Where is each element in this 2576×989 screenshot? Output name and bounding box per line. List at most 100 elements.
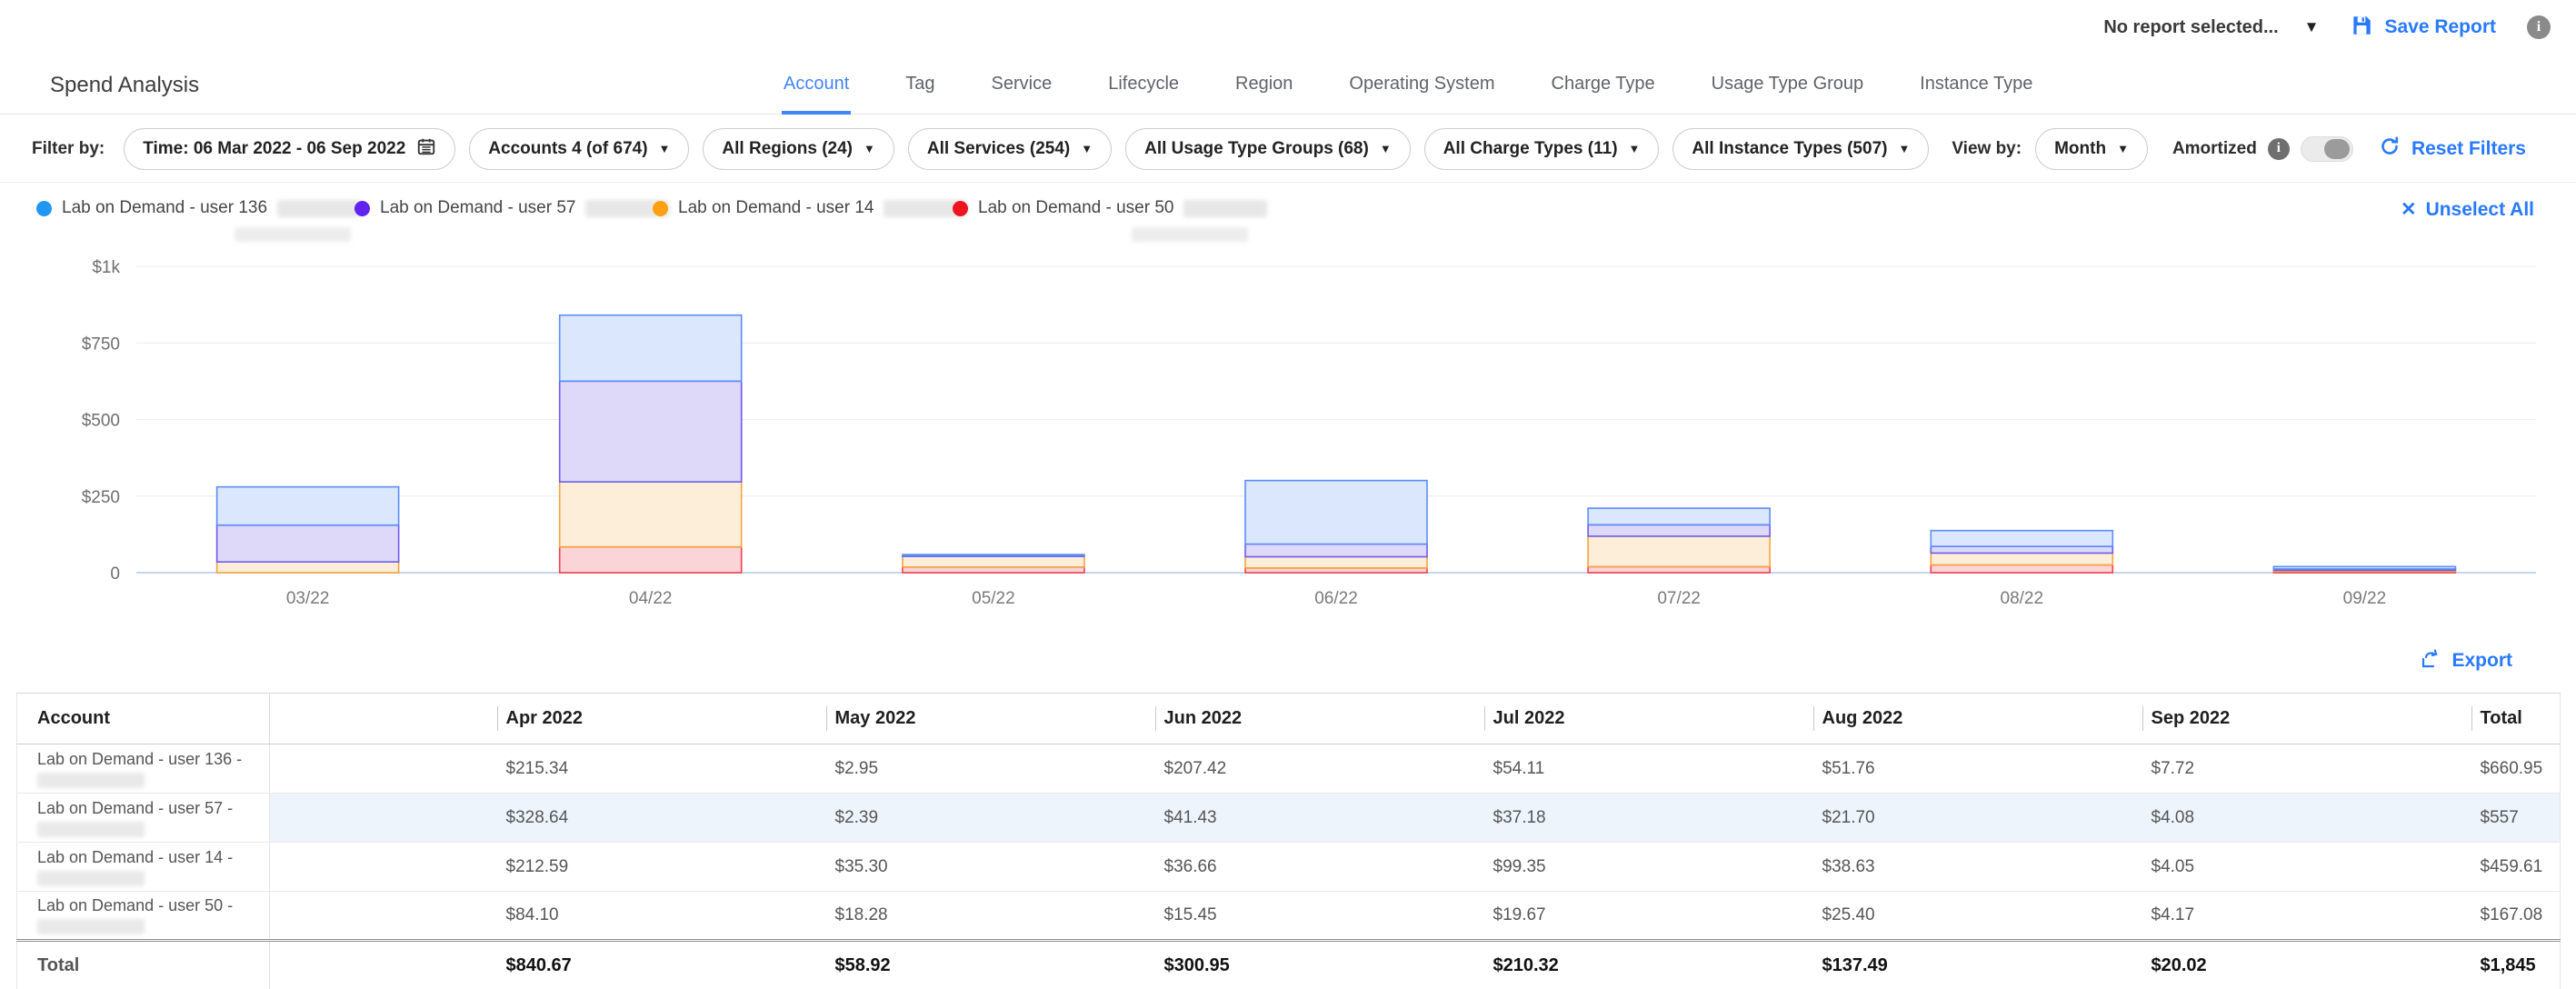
column-header-may[interactable]: May 2022 [826,694,1155,744]
value-cell: $54.11 [1484,744,1813,794]
instance-types-filter-pill[interactable]: All Instance Types (507) ▼ [1672,128,1929,170]
report-selector-dropdown[interactable]: No report selected... ▼ [2103,17,2319,38]
value-cell: $328.64 [497,794,826,843]
amortized-toggle[interactable] [2301,136,2353,162]
unselect-all-label: Unselect All [2426,199,2534,221]
save-report-button[interactable]: Save Report [2350,14,2496,42]
spacer-cell [270,892,497,941]
value-cell: $4.17 [2142,892,2471,941]
svg-text:$250: $250 [82,488,120,507]
svg-text:08/22: 08/22 [2001,589,2044,608]
legend-dot-blue [36,201,52,216]
tab-charge-type[interactable]: Charge Type [1550,56,1657,115]
legend-label: Lab on Demand - user 57 [380,198,575,218]
table-row-user-136[interactable]: Lab on Demand - user 136 - $215.34 $2.95… [17,744,2561,794]
redacted-text [37,773,145,788]
value-cell: $18.28 [826,892,1155,941]
table-row-user-14[interactable]: Lab on Demand - user 14 - $212.59 $35.30… [17,843,2561,892]
total-value-cell: $137.49 [1813,941,2142,989]
value-cell: $167.08 [2471,892,2561,941]
info-icon[interactable]: i [2268,138,2290,160]
value-cell: $215.34 [497,744,826,794]
column-header-jul[interactable]: Jul 2022 [1484,694,1813,744]
view-by-dropdown[interactable]: Month ▼ [2035,128,2148,170]
account-cell: Lab on Demand - user 50 - [17,892,270,941]
tab-operating-system[interactable]: Operating System [1347,56,1496,115]
value-cell: $19.67 [1484,892,1813,941]
spend-bar-chart[interactable]: $1k$750$500$250003/2204/2205/2206/2207/2… [0,245,2576,627]
svg-text:$1k: $1k [92,258,120,277]
value-cell: $84.10 [497,892,826,941]
filter-bar: Filter by: Time: 06 Mar 2022 - 06 Sep 20… [0,115,2576,183]
info-icon[interactable]: i [2527,15,2551,39]
svg-text:06/22: 06/22 [1314,589,1358,608]
reset-filters-button[interactable]: Reset Filters [2379,135,2526,162]
export-label: Export [2451,650,2512,672]
spend-table: Account Apr 2022 May 2022 Jun 2022 Jul 2… [16,693,2561,989]
account-cell: Lab on Demand - user 136 - [17,744,270,794]
total-value-cell: $1,845 [2471,941,2561,989]
legend-item-user-14[interactable]: Lab on Demand - user 14 [653,198,967,218]
accounts-filter-pill[interactable]: Accounts 4 (of 674) ▼ [469,128,689,170]
value-cell: $99.35 [1484,843,1813,892]
time-range-value: Time: 06 Mar 2022 - 06 Sep 2022 [143,139,405,159]
unselect-all-button[interactable]: ✕ Unselect All [2401,198,2534,221]
spend-analysis-page: No report selected... ▼ Save Report i Sp… [0,0,2576,989]
value-cell: $37.18 [1484,794,1813,843]
chevron-down-icon: ▼ [1380,142,1392,155]
value-cell: $557 [2471,794,2561,843]
calendar-icon [416,136,436,162]
view-by-value: Month [2054,139,2106,159]
value-cell: $7.72 [2142,744,2471,794]
legend-dot-red [953,201,968,216]
column-header-total[interactable]: Total [2471,694,2561,744]
column-header-aug[interactable]: Aug 2022 [1813,694,2142,744]
usage-type-groups-filter-pill[interactable]: All Usage Type Groups (68) ▼ [1125,128,1411,170]
column-header-sep[interactable]: Sep 2022 [2142,694,2471,744]
filter-by-label: Filter by: [32,139,105,159]
legend-label: Lab on Demand - user 136 [62,198,267,218]
tab-tag[interactable]: Tag [904,56,936,115]
tab-lifecycle[interactable]: Lifecycle [1106,56,1181,115]
chevron-down-icon: ▼ [2117,142,2129,155]
regions-filter-pill[interactable]: All Regions (24) ▼ [703,128,894,170]
close-icon: ✕ [2401,198,2417,221]
legend-item-user-50[interactable]: Lab on Demand - user 50 [953,198,1267,218]
tab-account[interactable]: Account [782,56,851,115]
value-cell: $212.59 [497,843,826,892]
accounts-filter-value: Accounts 4 (of 674) [488,139,647,159]
services-filter-pill[interactable]: All Services (254) ▼ [908,128,1112,170]
tab-service[interactable]: Service [990,56,1054,115]
tab-instance-type[interactable]: Instance Type [1918,56,2034,115]
regions-filter-value: All Regions (24) [722,139,853,159]
charge-types-filter-pill[interactable]: All Charge Types (11) ▼ [1424,128,1660,170]
total-value-cell: $58.92 [826,941,1155,989]
column-header-jun[interactable]: Jun 2022 [1155,694,1484,744]
tab-usage-type-group[interactable]: Usage Type Group [1710,56,1866,115]
svg-text:03/22: 03/22 [286,589,330,608]
legend-item-user-57[interactable]: Lab on Demand - user 57 [354,198,669,218]
svg-text:09/22: 09/22 [2343,589,2387,608]
column-header-account[interactable]: Account [17,694,270,744]
redacted-text [1132,227,1248,242]
column-divider [497,706,498,731]
export-button[interactable]: Export [2419,638,2512,684]
chevron-down-icon: ▼ [1898,142,1910,155]
value-cell: $41.43 [1155,794,1484,843]
redacted-text [277,200,361,217]
svg-text:$750: $750 [82,335,120,354]
svg-text:04/22: 04/22 [629,589,673,608]
spacer-cell [270,843,497,892]
tab-region[interactable]: Region [1233,56,1294,115]
table-row-user-57[interactable]: Lab on Demand - user 57 - $328.64 $2.39 … [17,794,2561,843]
column-header-spacer [270,694,497,744]
time-range-pill[interactable]: Time: 06 Mar 2022 - 06 Sep 2022 [124,128,455,170]
chevron-down-icon: ▼ [2304,18,2320,36]
topbar: No report selected... ▼ Save Report i [2103,9,2551,45]
legend-item-user-136[interactable]: Lab on Demand - user 136 [36,198,361,218]
column-divider [1813,706,1814,731]
table-row-user-50[interactable]: Lab on Demand - user 50 - $84.10 $18.28 … [17,892,2561,941]
column-header-apr[interactable]: Apr 2022 [497,694,826,744]
refresh-icon [2379,135,2401,162]
value-cell: $2.39 [826,794,1155,843]
